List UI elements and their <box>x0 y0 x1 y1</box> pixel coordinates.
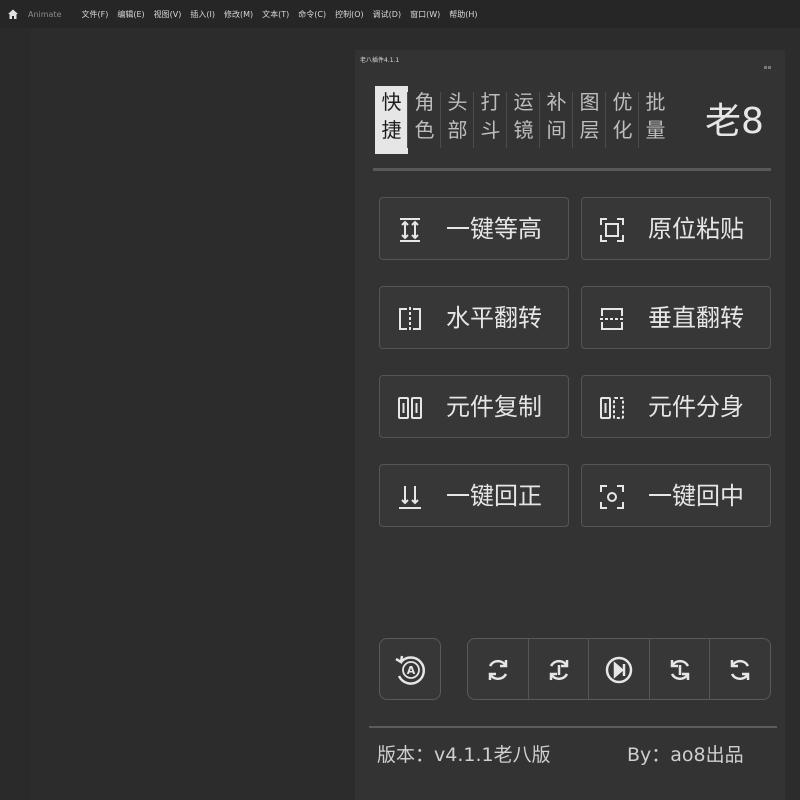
tab-label-top: 补 <box>546 90 567 114</box>
tab-label-bottom: 部 <box>447 118 468 142</box>
symbol-duplicate-icon <box>396 394 424 422</box>
play-next-frame-icon <box>605 656 633 684</box>
tab-5[interactable]: 补间 <box>540 86 573 154</box>
symbol-duplicate-button[interactable]: 元件复制 <box>379 375 569 438</box>
tab-8[interactable]: 批量 <box>639 86 672 154</box>
center-label: 一键回中 <box>648 482 744 510</box>
rotate-left-icon <box>488 659 508 681</box>
auto-rotate-button[interactable]: A <box>379 638 441 700</box>
plugin-panel: 老八插件4.1.1 快捷角色头部打斗运镜补间图层优化批量 老8 一键等高 原位粘… <box>355 50 785 800</box>
rotate-left-half-button[interactable] <box>529 639 590 699</box>
panel-title: 老八插件4.1.1 <box>360 57 400 64</box>
menu-edit[interactable]: 编辑(E) <box>117 9 144 20</box>
tab-6[interactable]: 图层 <box>573 86 606 154</box>
tab-label-bottom: 量 <box>645 118 666 142</box>
header-divider <box>373 168 771 171</box>
rotate-left-half-icon <box>549 659 568 681</box>
version-text: 版本：v4.1.1老八版 <box>377 744 551 766</box>
tab-label-bottom: 色 <box>414 118 435 142</box>
menu-modify[interactable]: 修改(M) <box>224 9 253 20</box>
reset-rotation-label: 一键回正 <box>446 482 542 510</box>
playback-controls <box>467 638 771 700</box>
tab-bar: 快捷角色头部打斗运镜补间图层优化批量 <box>375 86 672 154</box>
rotate-right-icon <box>731 659 750 681</box>
center-button[interactable]: 一键回中 <box>581 464 771 527</box>
menu-text[interactable]: 文本(T) <box>262 9 289 20</box>
menu-bar: Animate 文件(F) 编辑(E) 视图(V) 插入(I) 修改(M) 文本… <box>0 0 800 28</box>
equal-height-label: 一键等高 <box>446 215 542 243</box>
paste-in-place-icon <box>598 216 626 244</box>
symbol-split-label: 元件分身 <box>648 393 744 421</box>
symbol-split-button[interactable]: 元件分身 <box>581 375 771 438</box>
tab-7[interactable]: 优化 <box>606 86 639 154</box>
center-icon <box>598 483 626 511</box>
tab-label-bottom: 间 <box>546 118 567 142</box>
app-name: Animate <box>28 9 62 19</box>
flip-horizontal-button[interactable]: 水平翻转 <box>379 286 569 349</box>
flip-vertical-icon <box>598 305 626 333</box>
rotate-right-half-icon <box>670 659 690 681</box>
flip-horizontal-icon <box>396 305 424 333</box>
menu-file[interactable]: 文件(F) <box>82 9 109 20</box>
tab-label-bottom: 捷 <box>381 118 402 142</box>
play-next-frame-button[interactable] <box>589 639 650 699</box>
menu-window[interactable]: 窗口(W) <box>410 9 440 20</box>
tab-label-top: 头 <box>447 90 468 114</box>
rotate-left-button[interactable] <box>468 639 529 699</box>
rotate-right-half-button[interactable] <box>650 639 711 699</box>
reset-rotation-icon <box>396 483 424 511</box>
paste-in-place-button[interactable]: 原位粘贴 <box>581 197 771 260</box>
tab-label-top: 运 <box>513 90 534 114</box>
menu-commands[interactable]: 命令(C) <box>298 9 326 20</box>
tab-3[interactable]: 打斗 <box>474 86 507 154</box>
tab-label-top: 角 <box>414 90 435 114</box>
tab-label-bottom: 斗 <box>480 118 501 142</box>
rotate-right-button[interactable] <box>710 639 770 699</box>
tab-label-bottom: 镜 <box>513 118 534 142</box>
author-text: By：ao8出品 <box>627 744 744 766</box>
tab-label-top: 图 <box>579 90 600 114</box>
reset-rotation-button[interactable]: 一键回正 <box>379 464 569 527</box>
tab-1[interactable]: 角色 <box>408 86 441 154</box>
tab-2[interactable]: 头部 <box>441 86 474 154</box>
tools-bar <box>0 28 30 800</box>
tab-label-bottom: 层 <box>579 118 600 142</box>
tab-label-top: 快 <box>381 90 402 114</box>
footer-divider <box>369 726 777 728</box>
menu-view[interactable]: 视图(V) <box>154 9 182 20</box>
tab-0[interactable]: 快捷 <box>375 86 408 154</box>
brand-logo: 老8 <box>705 101 764 142</box>
tab-4[interactable]: 运镜 <box>507 86 540 154</box>
flip-horizontal-label: 水平翻转 <box>446 304 542 332</box>
panel-menu-icon[interactable] <box>763 54 773 69</box>
flip-vertical-button[interactable]: 垂直翻转 <box>581 286 771 349</box>
auto-rotate-letter: A <box>407 664 416 677</box>
menu-help[interactable]: 帮助(H) <box>449 9 477 20</box>
flip-vertical-label: 垂直翻转 <box>648 304 744 332</box>
menu-insert[interactable]: 插入(I) <box>190 9 215 20</box>
tab-label-top: 打 <box>480 90 501 114</box>
stage-area[interactable] <box>30 28 355 800</box>
symbol-split-icon <box>598 394 626 422</box>
home-icon[interactable] <box>2 0 24 28</box>
equal-height-button[interactable]: 一键等高 <box>379 197 569 260</box>
paste-in-place-label: 原位粘贴 <box>648 215 744 243</box>
menu-control[interactable]: 控制(O) <box>335 9 364 20</box>
tab-label-top: 优 <box>612 90 633 114</box>
equal-height-icon <box>396 216 424 244</box>
tab-label-top: 批 <box>645 90 666 114</box>
menu-debug[interactable]: 调试(D) <box>373 9 401 20</box>
auto-rotate-icon: A <box>395 655 426 685</box>
symbol-duplicate-label: 元件复制 <box>446 393 542 421</box>
tab-label-bottom: 化 <box>612 118 633 142</box>
